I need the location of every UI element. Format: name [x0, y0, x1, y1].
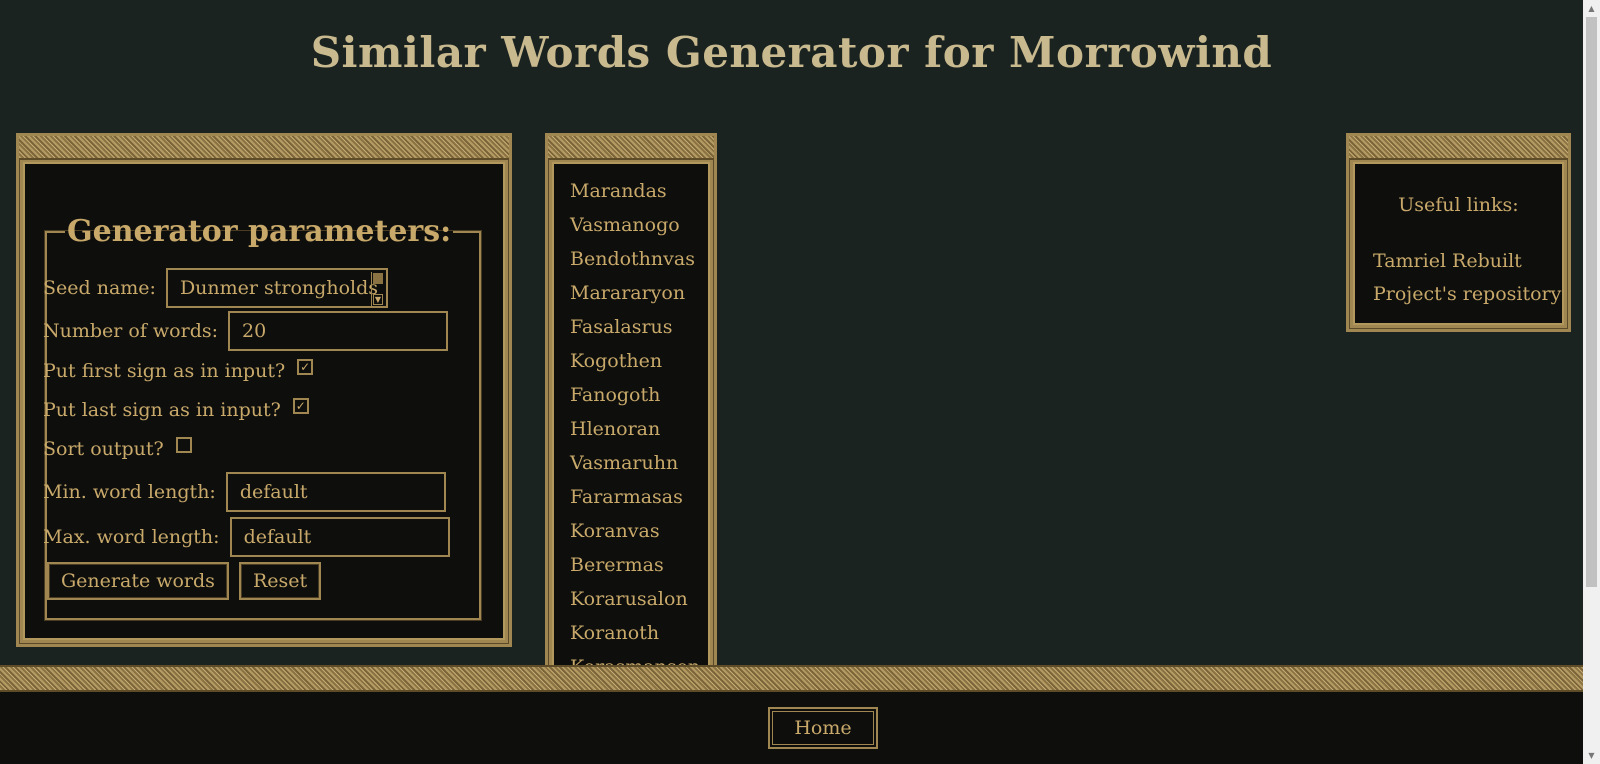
panel-border-strip — [548, 136, 714, 160]
chevron-down-icon[interactable]: ▼ — [372, 294, 383, 305]
sort-label: Sort output? — [43, 438, 164, 460]
last-sign-label: Put last sign as in input? — [43, 399, 281, 421]
scroll-up-icon[interactable]: ▲ — [1583, 0, 1600, 17]
min-length-row: Min. word length: default — [43, 472, 446, 512]
page-title: Similar Words Generator for Morrowind — [310, 28, 1273, 77]
buttons-row: Generate words Reset — [47, 562, 331, 600]
max-length-row: Max. word length: default — [43, 517, 450, 557]
reset-button[interactable]: Reset — [238, 562, 322, 600]
last-sign-checkbox[interactable]: ✓ — [292, 398, 309, 414]
first-sign-label: Put first sign as in input? — [43, 360, 286, 382]
links-title: Useful links: — [1398, 194, 1519, 216]
word-item: Korarusalon — [570, 588, 688, 610]
scroll-thumb[interactable] — [1586, 17, 1597, 587]
parameters-panel-body: Generator parameters: Seed name: Dunmer … — [23, 162, 505, 640]
num-words-label: Number of words: — [43, 320, 219, 342]
min-length-input[interactable]: default — [225, 472, 446, 512]
word-item: Kogothen — [570, 350, 663, 372]
word-item: Koranvas — [570, 520, 660, 542]
word-item: Marandas — [570, 180, 667, 202]
footer: Home — [0, 692, 1583, 764]
seed-select[interactable]: Dunmer strongholds ▼ — [165, 268, 388, 308]
word-item: Hlenoran — [570, 418, 661, 440]
parameters-legend: Generator parameters: — [67, 214, 452, 249]
max-length-input[interactable]: default — [229, 517, 450, 557]
page-scrollbar[interactable]: ▲ ▼ — [1583, 0, 1600, 764]
link-tamriel-rebuilt[interactable]: Tamriel Rebuilt — [1373, 250, 1522, 272]
scroll-down-icon[interactable]: ▼ — [1583, 747, 1600, 764]
parameters-panel: Generator parameters: Seed name: Dunmer … — [16, 133, 512, 647]
word-item: Marararyon — [570, 282, 686, 304]
min-length-label: Min. word length: — [43, 481, 216, 503]
word-item: Fanogoth — [570, 384, 661, 406]
word-item: Berermas — [570, 554, 664, 576]
sort-row: Sort output? — [43, 434, 192, 464]
num-words-row: Number of words: 20 — [43, 311, 449, 351]
word-item: Koranoth — [570, 622, 660, 644]
links-panel-body: Useful links: Tamriel Rebuilt Project's … — [1353, 162, 1564, 325]
panel-border-strip — [1349, 136, 1568, 160]
select-scroll-thumb[interactable] — [372, 273, 383, 284]
words-panel-body: Marandas Vasmanogo Bendothnvas Marararyo… — [552, 162, 710, 686]
word-item: Fasalasrus — [570, 316, 673, 338]
seed-label: Seed name: — [43, 277, 156, 299]
generate-words-button[interactable]: Generate words — [47, 562, 229, 600]
words-list: Marandas Vasmanogo Bendothnvas Marararyo… — [570, 174, 700, 684]
word-item: Vasmanogo — [570, 214, 680, 236]
word-item: Vasmaruhn — [570, 452, 679, 474]
links-panel: Useful links: Tamriel Rebuilt Project's … — [1346, 133, 1571, 332]
max-length-label: Max. word length: — [43, 526, 220, 548]
footer-border-strip — [0, 665, 1583, 692]
link-project-repository[interactable]: Project's repository — [1373, 283, 1561, 305]
first-sign-row: Put first sign as in input? ✓ — [43, 356, 314, 386]
sort-checkbox[interactable] — [175, 437, 192, 453]
words-panel: Marandas Vasmanogo Bendothnvas Marararyo… — [545, 133, 717, 686]
first-sign-checkbox[interactable]: ✓ — [297, 359, 314, 375]
seed-value: Dunmer strongholds — [179, 277, 378, 299]
num-words-input[interactable]: 20 — [228, 311, 449, 351]
word-item: Bendothnvas — [570, 248, 695, 270]
select-scrollbar[interactable]: ▼ — [370, 272, 384, 306]
word-item: Fararmasas — [570, 486, 683, 508]
home-button[interactable]: Home — [768, 707, 878, 749]
last-sign-row: Put last sign as in input? ✓ — [43, 395, 309, 425]
panel-border-strip — [19, 136, 509, 160]
seed-row: Seed name: Dunmer strongholds ▼ — [43, 268, 388, 308]
